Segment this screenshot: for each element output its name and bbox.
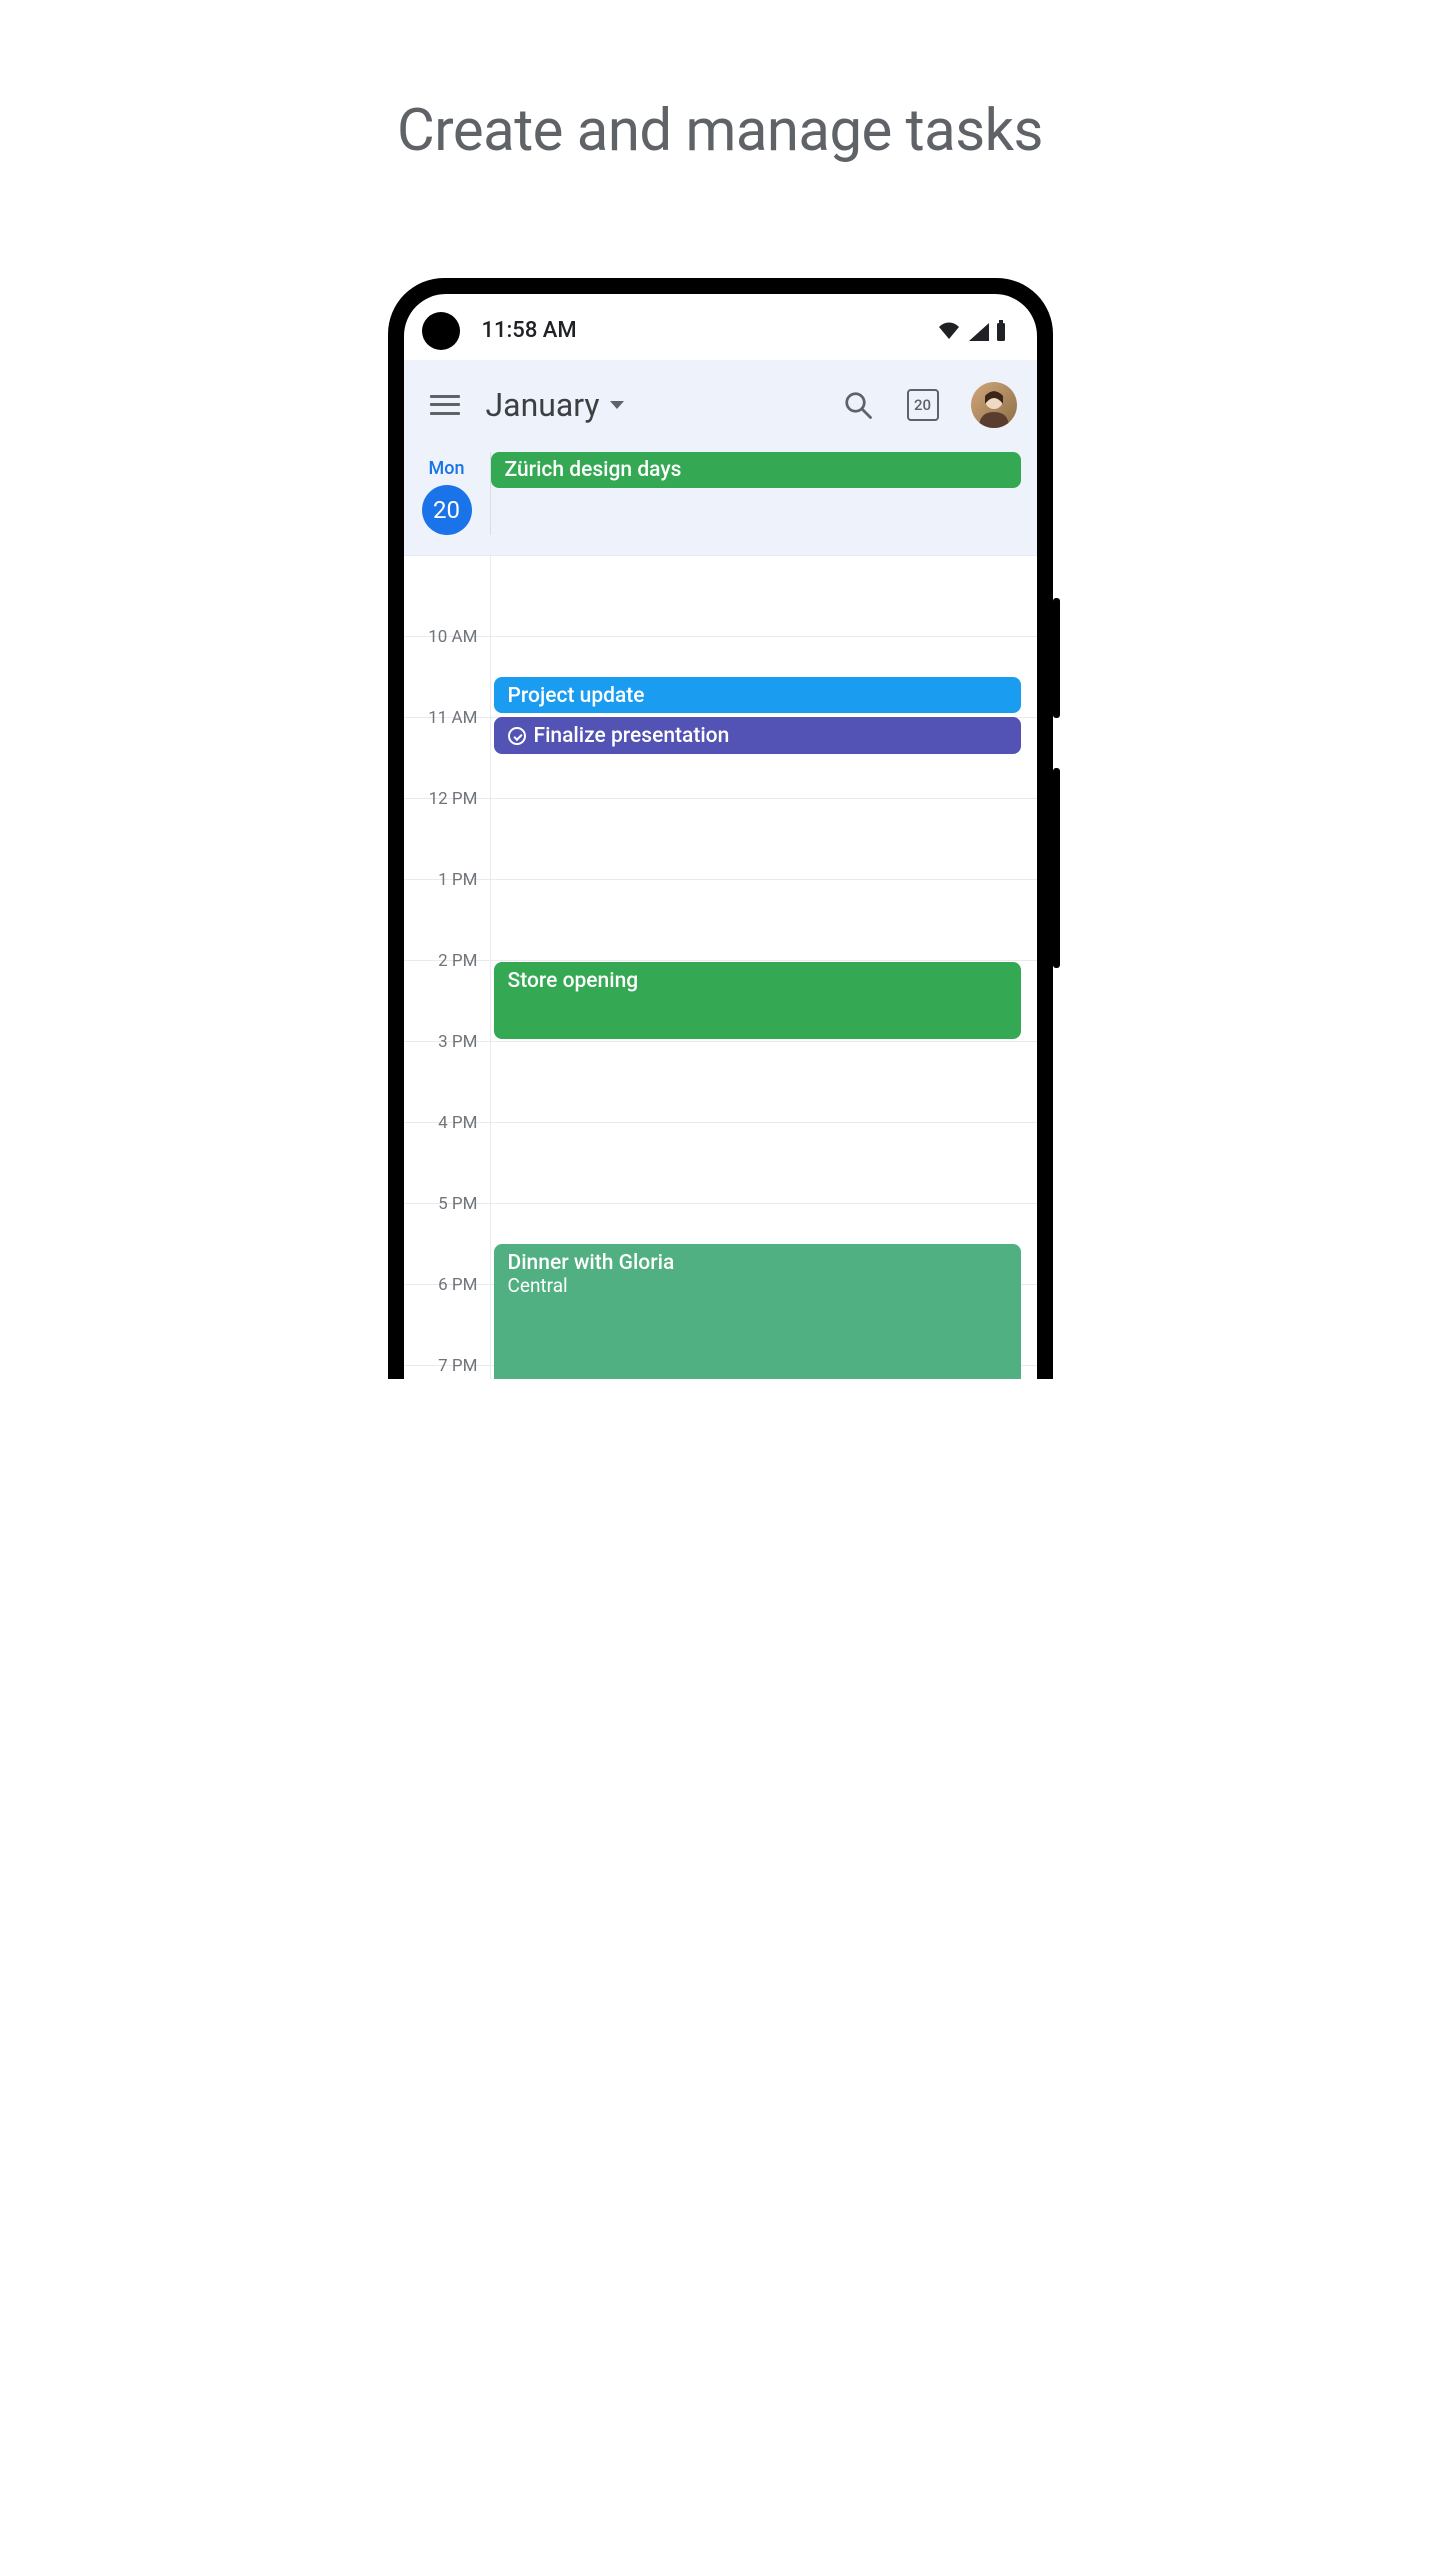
month-label: January bbox=[486, 386, 600, 424]
hour-label: 11 AM bbox=[404, 708, 490, 728]
hour-label: 2 PM bbox=[404, 951, 490, 971]
app-header: January 20 bbox=[404, 360, 1037, 452]
hour-label: 7 PM bbox=[404, 1356, 490, 1376]
task-finalize-presentation[interactable]: Finalize presentation bbox=[494, 717, 1021, 754]
hours-grid[interactable]: 10 AM 11 AM 12 PM 1 PM 2 PM 3 PM 4 PM 5 … bbox=[404, 555, 1037, 1379]
event-project-update[interactable]: Project update bbox=[494, 677, 1021, 713]
hour-label: 10 AM bbox=[404, 627, 490, 647]
task-check-icon bbox=[508, 727, 526, 745]
hour-label: 1 PM bbox=[404, 870, 490, 890]
status-bar: 11:58 AM bbox=[404, 294, 1037, 360]
phone-frame: 11:58 AM January 20 bbox=[388, 278, 1053, 1379]
event-location: Central bbox=[508, 1275, 1007, 1297]
allday-event[interactable]: Zürich design days bbox=[491, 452, 1021, 488]
menu-icon[interactable] bbox=[430, 395, 460, 415]
hour-label: 6 PM bbox=[404, 1275, 490, 1295]
signal-icon bbox=[967, 321, 989, 341]
event-store-opening[interactable]: Store opening bbox=[494, 962, 1021, 1039]
day-view: Mon 20 Zürich design days 10 AM 11 AM 12… bbox=[404, 452, 1037, 1379]
task-label: Finalize presentation bbox=[534, 724, 730, 748]
today-icon[interactable]: 20 bbox=[907, 389, 939, 421]
search-icon[interactable] bbox=[843, 390, 873, 420]
phone-screen: 11:58 AM January 20 bbox=[404, 294, 1037, 1379]
day-header: Mon 20 Zürich design days bbox=[404, 452, 1037, 555]
hour-label: 4 PM bbox=[404, 1113, 490, 1133]
avatar[interactable] bbox=[971, 382, 1017, 428]
promo-title: Create and manage tasks bbox=[310, 0, 1130, 278]
hour-label: 12 PM bbox=[404, 789, 490, 809]
weekday-label: Mon bbox=[404, 458, 490, 479]
battery-icon bbox=[995, 320, 1007, 342]
hour-label: 5 PM bbox=[404, 1194, 490, 1214]
wifi-icon bbox=[937, 321, 961, 341]
chevron-down-icon bbox=[610, 401, 624, 409]
status-time: 11:58 AM bbox=[482, 318, 577, 343]
event-title: Dinner with Gloria bbox=[508, 1251, 1007, 1275]
month-picker[interactable]: January bbox=[486, 386, 827, 424]
volume-button bbox=[1053, 598, 1060, 718]
hour-label: 3 PM bbox=[404, 1032, 490, 1052]
date-badge[interactable]: 20 bbox=[422, 485, 472, 535]
event-track: Project update Finalize presentation Sto… bbox=[490, 555, 1021, 1379]
camera-hole bbox=[422, 312, 460, 350]
power-button bbox=[1053, 768, 1060, 968]
event-dinner[interactable]: Dinner with Gloria Central bbox=[494, 1244, 1021, 1379]
